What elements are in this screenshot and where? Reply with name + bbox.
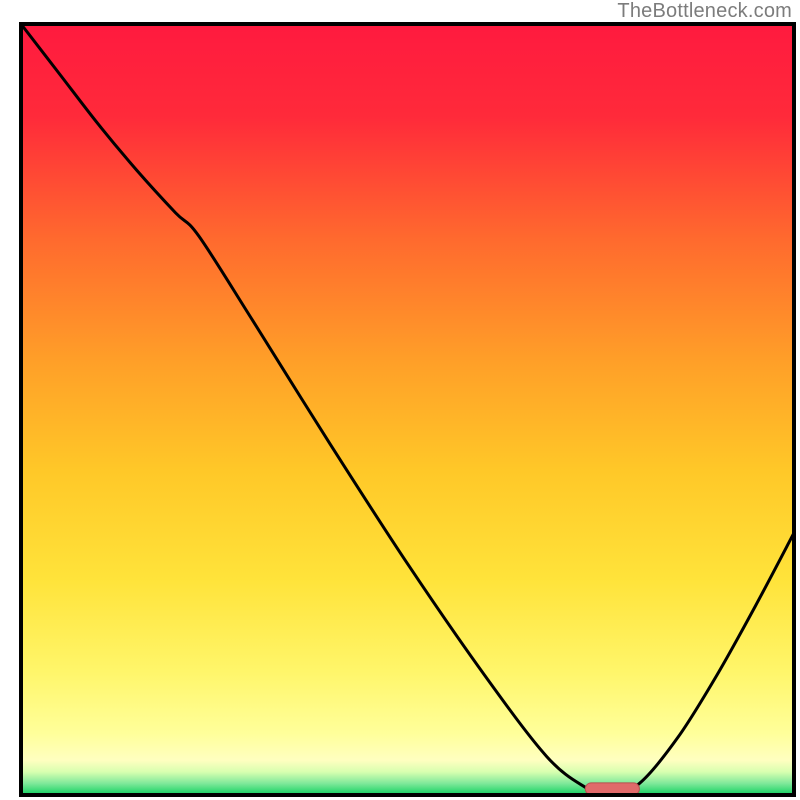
bottleneck-chart: [0, 0, 800, 800]
attribution-label: TheBottleneck.com: [617, 0, 792, 23]
gradient-background: [21, 24, 794, 795]
